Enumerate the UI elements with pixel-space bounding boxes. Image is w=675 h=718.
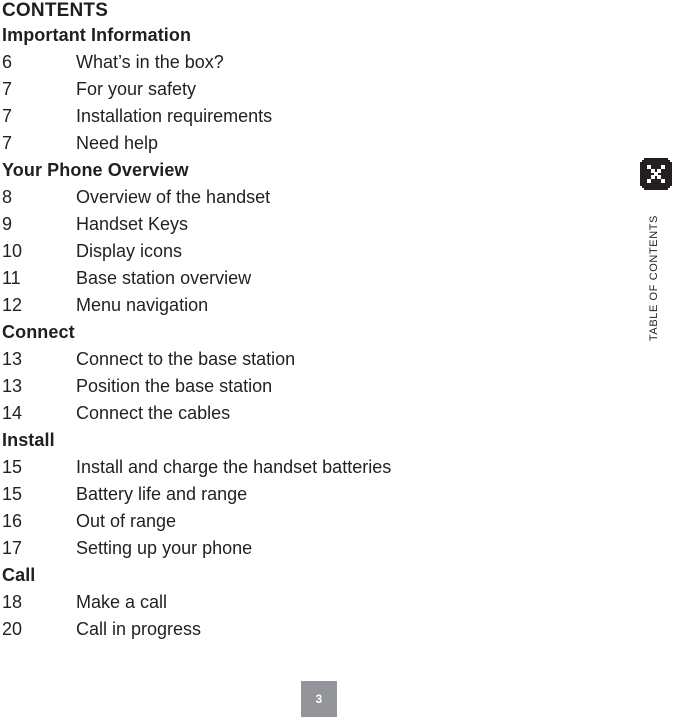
toc-entry-page-number: 16: [2, 511, 23, 531]
toc-entry[interactable]: 7 Need help: [0, 130, 620, 157]
philips-shield-icon: [640, 158, 672, 190]
toc-section-heading: Connect: [2, 322, 75, 342]
toc-entry-label: Setting up your phone: [76, 538, 253, 558]
toc-entry-label: Handset Keys: [76, 214, 189, 234]
toc-entry-page-number: 20: [2, 619, 23, 639]
toc-entry-label: Installation requirements: [76, 106, 273, 126]
toc-entry-page-number: 7: [2, 106, 13, 126]
toc-entry-page-number: 7: [2, 133, 13, 153]
toc-entry-label: Position the base station: [76, 376, 273, 396]
toc-entry-page-number: 11: [2, 268, 21, 288]
toc-entry[interactable]: 15 Install and charge the handset batteri…: [0, 454, 620, 481]
toc-entry-page-number: 13: [2, 349, 23, 369]
toc-entry-label: Make a call: [76, 592, 168, 612]
toc-entry-label: Install and charge the handset batteries: [76, 457, 392, 477]
toc-entry-label: Call in progress: [76, 619, 202, 639]
toc-entry[interactable]: 10 Display icons: [0, 238, 620, 265]
toc-entry[interactable]: 8 Overview of the handset: [0, 184, 620, 211]
toc-entry[interactable]: 15 Battery life and range: [0, 481, 620, 508]
toc-section-heading: Install: [2, 430, 55, 450]
toc-entry[interactable]: 13 Position the base station: [0, 373, 620, 400]
toc-entry-page-number: 14: [2, 403, 23, 423]
toc-entry-page-number: 10: [2, 241, 23, 261]
toc-entry[interactable]: 7 Installation requirements: [0, 103, 620, 130]
toc-entry-page-number: 9: [2, 214, 13, 234]
toc-entry-label: Need help: [76, 133, 159, 153]
table-of-contents: CONTENTS Important Information 6 What’s in…: [0, 0, 620, 643]
toc-entry[interactable]: 11 Base station overview: [0, 265, 620, 292]
toc-entry[interactable]: 13 Connect to the base station: [0, 346, 620, 373]
toc-entry-page-number: 12: [2, 295, 23, 315]
toc-entry-page-number: 17: [2, 538, 23, 558]
toc-entry[interactable]: 17 Setting up your phone: [0, 535, 620, 562]
toc-section-heading: Call: [2, 565, 36, 585]
toc-entry-label: Connect to the base station: [76, 349, 296, 369]
toc-entry[interactable]: 9 Handset Keys: [0, 211, 620, 238]
side-tab-label: TABLE OF CONTENTS: [648, 215, 660, 342]
toc-entry[interactable]: 16 Out of range: [0, 508, 620, 535]
toc-entry-label: Display icons: [76, 241, 183, 261]
toc-entry-page-number: 18: [2, 592, 23, 612]
toc-section-heading: Your Phone Overview: [2, 160, 189, 180]
toc-entry-page-number: 8: [2, 187, 13, 207]
toc-entry-page-number: 13: [2, 376, 23, 396]
toc-entry[interactable]: 18 Make a call: [0, 589, 620, 616]
toc-section-heading: Important Information: [2, 25, 192, 45]
toc-entry-page-number: 15: [2, 484, 23, 504]
toc-entry[interactable]: 12 Menu navigation: [0, 292, 620, 319]
toc-entry-label: For your safety: [76, 79, 197, 99]
toc-entry-label: Menu navigation: [76, 295, 209, 315]
toc-entry-label: Overview of the handset: [76, 187, 271, 207]
toc-entry-page-number: 7: [2, 79, 13, 99]
side-tab: [640, 158, 674, 190]
toc-entry[interactable]: 20 Call in progress: [0, 616, 620, 643]
toc-entry[interactable]: 14 Connect the cables: [0, 400, 620, 427]
page-title: CONTENTS: [2, 0, 109, 21]
toc-entry-label: Out of range: [76, 511, 177, 531]
toc-entry-page-number: 15: [2, 457, 23, 477]
toc-section-list: Important Information 6 What’s in the box?…: [0, 22, 620, 643]
toc-entry-label: What’s in the box?: [76, 52, 224, 72]
toc-entry-label: Battery life and range: [76, 484, 248, 504]
toc-entry-page-number: 6: [2, 52, 13, 72]
toc-entry[interactable]: 6 What’s in the box?: [0, 49, 620, 76]
page-number-badge: 3: [301, 681, 337, 717]
toc-entry-label: Connect the cables: [76, 403, 231, 423]
toc-entry-label: Base station overview: [76, 268, 252, 288]
toc-entry[interactable]: 7 For your safety: [0, 76, 620, 103]
